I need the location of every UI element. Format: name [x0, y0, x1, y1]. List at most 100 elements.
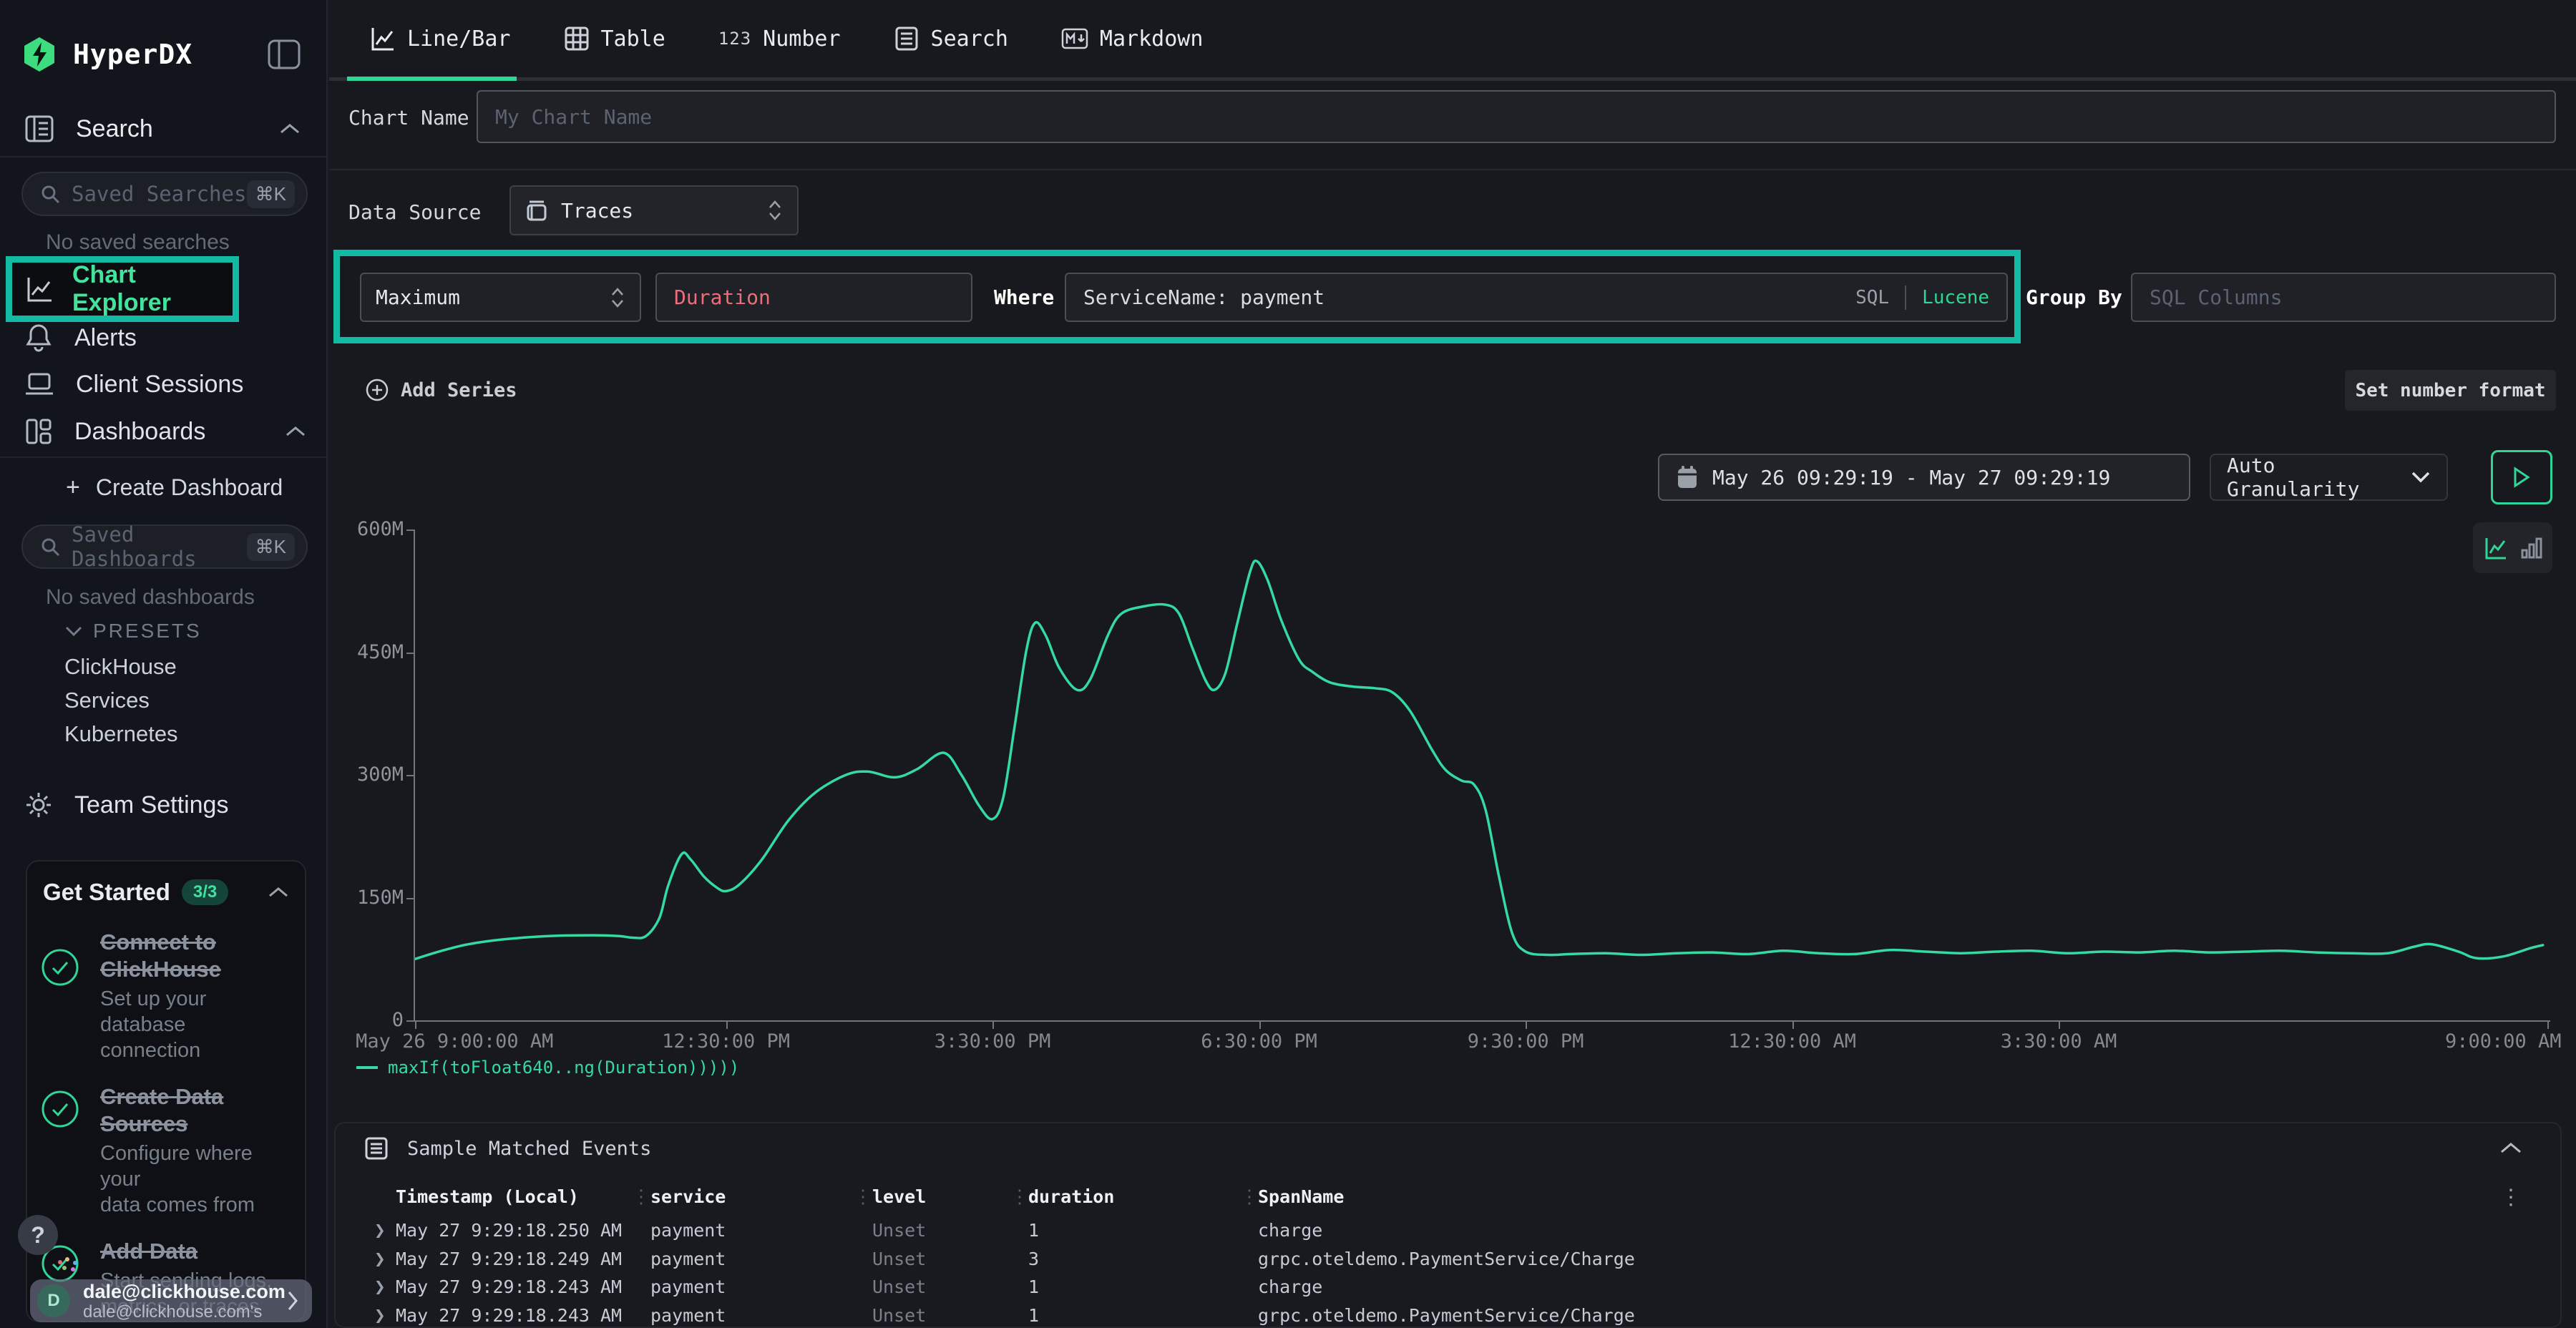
- sidebar-collapse-icon[interactable]: [268, 39, 301, 69]
- date-range-picker[interactable]: May 26 09:29:19 - May 27 09:29:19: [1658, 454, 2190, 501]
- events-panel-header: Sample Matched Events: [364, 1136, 651, 1161]
- shortcut-badge: ⌘K: [247, 180, 295, 208]
- markdown-icon: [1061, 28, 1088, 49]
- divider: [329, 169, 2576, 170]
- create-dashboard-button[interactable]: + Create Dashboard: [0, 466, 326, 509]
- timeseries-chart[interactable]: [415, 529, 2547, 1020]
- sidebar: HyperDX Search Saved Searches ⌘K No save…: [0, 0, 328, 1328]
- list-icon: [364, 1136, 389, 1161]
- saved-dashboards-input[interactable]: Saved Dashboards ⌘K: [21, 524, 308, 569]
- table-cell: charge: [1258, 1220, 1322, 1241]
- column-header[interactable]: Timestamp (Local): [396, 1186, 579, 1207]
- group-by-input[interactable]: SQL Columns: [2131, 273, 2556, 322]
- chart-name-input[interactable]: My Chart Name: [477, 90, 2556, 143]
- column-header[interactable]: duration: [1028, 1186, 1114, 1207]
- table-cell: Unset: [872, 1249, 926, 1269]
- help-button[interactable]: ?: [18, 1215, 58, 1255]
- table-cell: Unset: [872, 1220, 926, 1241]
- table-cell: 1: [1028, 1220, 1039, 1241]
- get-started-title: Get Started: [43, 879, 170, 906]
- column-header[interactable]: SpanName: [1258, 1186, 1344, 1207]
- sql-mode-toggle[interactable]: SQL: [1855, 287, 1889, 308]
- x-tick-label: 12:30:00 PM: [662, 1030, 790, 1053]
- sidebar-item-client-sessions[interactable]: Client Sessions: [0, 361, 326, 407]
- chevron-up-icon[interactable]: [285, 425, 306, 438]
- y-tick-label: 300M: [329, 763, 404, 786]
- chevron-up-icon[interactable]: [2499, 1141, 2523, 1155]
- user-email: dale@clickhouse.com: [83, 1281, 286, 1302]
- tab-table[interactable]: Table: [564, 26, 665, 52]
- run-query-button[interactable]: [2491, 450, 2552, 504]
- divider: [1905, 285, 1906, 310]
- row-expand-icon[interactable]: ❯: [374, 1305, 386, 1327]
- aggregation-select[interactable]: Maximum: [360, 273, 641, 322]
- table-cell: 3: [1028, 1249, 1039, 1269]
- table-cell: 1: [1028, 1305, 1039, 1326]
- preset-kubernetes[interactable]: Kubernetes: [64, 721, 178, 747]
- add-series-button[interactable]: Add Series: [365, 378, 517, 402]
- confetti-icon: [56, 1256, 82, 1278]
- table-cell: Unset: [872, 1276, 926, 1297]
- sample-matched-events-panel: Sample Matched Events ⋮ Timestamp (Local…: [334, 1122, 2562, 1328]
- column-resize-handle[interactable]: ⋮: [854, 1186, 872, 1208]
- row-expand-icon[interactable]: ❯: [374, 1220, 386, 1241]
- preset-services[interactable]: Services: [64, 688, 150, 713]
- chevron-down-icon: [2411, 471, 2431, 484]
- user-menu[interactable]: D dale@clickhouse.com dale@clickhouse.co…: [30, 1279, 312, 1322]
- granularity-select[interactable]: Auto Granularity: [2210, 454, 2448, 501]
- preset-clickhouse[interactable]: ClickHouse: [64, 654, 177, 680]
- sidebar-item-chart-explorer[interactable]: Chart Explorer: [6, 256, 239, 322]
- get-started-item[interactable]: Connect to ClickHouse Set up your databa…: [27, 913, 305, 1068]
- number-123-icon: 123: [718, 29, 751, 49]
- saved-searches-input[interactable]: Saved Searches ⌘K: [21, 172, 308, 216]
- group-by-label: Group By: [2026, 273, 2122, 322]
- column-resize-handle[interactable]: ⋮: [632, 1186, 650, 1208]
- check-circle-icon: [40, 947, 80, 987]
- column-resize-handle[interactable]: ⋮: [1240, 1186, 1259, 1208]
- y-tick-label: 450M: [329, 641, 404, 663]
- search-list-icon: [894, 26, 919, 52]
- presets-toggle[interactable]: PRESETS: [64, 620, 202, 643]
- main-content: Line/Bar Table 123 Number Search Markdow…: [329, 0, 2576, 1328]
- table-row[interactable]: ❯May 27 9:29:18.243 AMpaymentUnset1grpc.…: [336, 1305, 2560, 1328]
- active-tab-indicator: [347, 77, 517, 81]
- chevron-up-icon[interactable]: [268, 886, 289, 899]
- table-cell: payment: [650, 1305, 726, 1326]
- set-number-format-button[interactable]: Set number format: [2345, 370, 2556, 411]
- tab-search[interactable]: Search: [894, 26, 1008, 52]
- sidebar-item-alerts[interactable]: Alerts: [0, 315, 326, 361]
- sidebar-section-search[interactable]: Search: [0, 109, 326, 149]
- table-cell: Unset: [872, 1305, 926, 1326]
- y-tick-label: 600M: [329, 518, 404, 540]
- laptop-icon: [24, 371, 54, 398]
- sidebar-item-dashboards[interactable]: Dashboards: [0, 409, 326, 454]
- divider: [0, 156, 326, 157]
- line-chart-icon: [370, 26, 396, 52]
- table-cell: May 27 9:29:18.250 AM: [396, 1220, 622, 1241]
- column-resize-handle[interactable]: ⋮: [1010, 1186, 1029, 1208]
- table-cell: grpc.oteldemo.PaymentService/Charge: [1258, 1305, 1635, 1326]
- x-tick-label: 3:30:00 AM: [2001, 1030, 2117, 1053]
- get-started-item[interactable]: Create Data Sources Configure where your…: [27, 1068, 305, 1222]
- table-row[interactable]: ❯May 27 9:29:18.250 AMpaymentUnset1charg…: [336, 1220, 2560, 1248]
- hyperdx-logo-icon: [23, 36, 56, 72]
- table-row[interactable]: ❯May 27 9:29:18.243 AMpaymentUnset1charg…: [336, 1276, 2560, 1304]
- column-header[interactable]: service: [650, 1186, 726, 1207]
- row-expand-icon[interactable]: ❯: [374, 1249, 386, 1270]
- chevron-down-icon: [64, 625, 83, 637]
- lucene-mode-toggle[interactable]: Lucene: [1922, 287, 1989, 308]
- tab-number[interactable]: 123 Number: [718, 26, 841, 52]
- x-tick-label: 9:00:00 AM: [2445, 1030, 2562, 1053]
- data-source-select[interactable]: Traces: [509, 185, 799, 235]
- sidebar-item-team-settings[interactable]: Team Settings: [0, 782, 326, 828]
- table-icon: [564, 26, 590, 52]
- table-row[interactable]: ❯May 27 9:29:18.249 AMpaymentUnset3grpc.…: [336, 1249, 2560, 1276]
- tab-line-bar[interactable]: Line/Bar: [370, 26, 511, 52]
- column-header[interactable]: level: [872, 1186, 926, 1207]
- where-input[interactable]: ServiceName: payment SQL Lucene: [1065, 273, 2008, 322]
- row-expand-icon[interactable]: ❯: [374, 1276, 386, 1298]
- field-input[interactable]: Duration: [655, 273, 972, 322]
- chevron-up-icon[interactable]: [279, 122, 301, 135]
- where-label: Where: [994, 273, 1054, 322]
- tab-markdown[interactable]: Markdown: [1061, 26, 1204, 52]
